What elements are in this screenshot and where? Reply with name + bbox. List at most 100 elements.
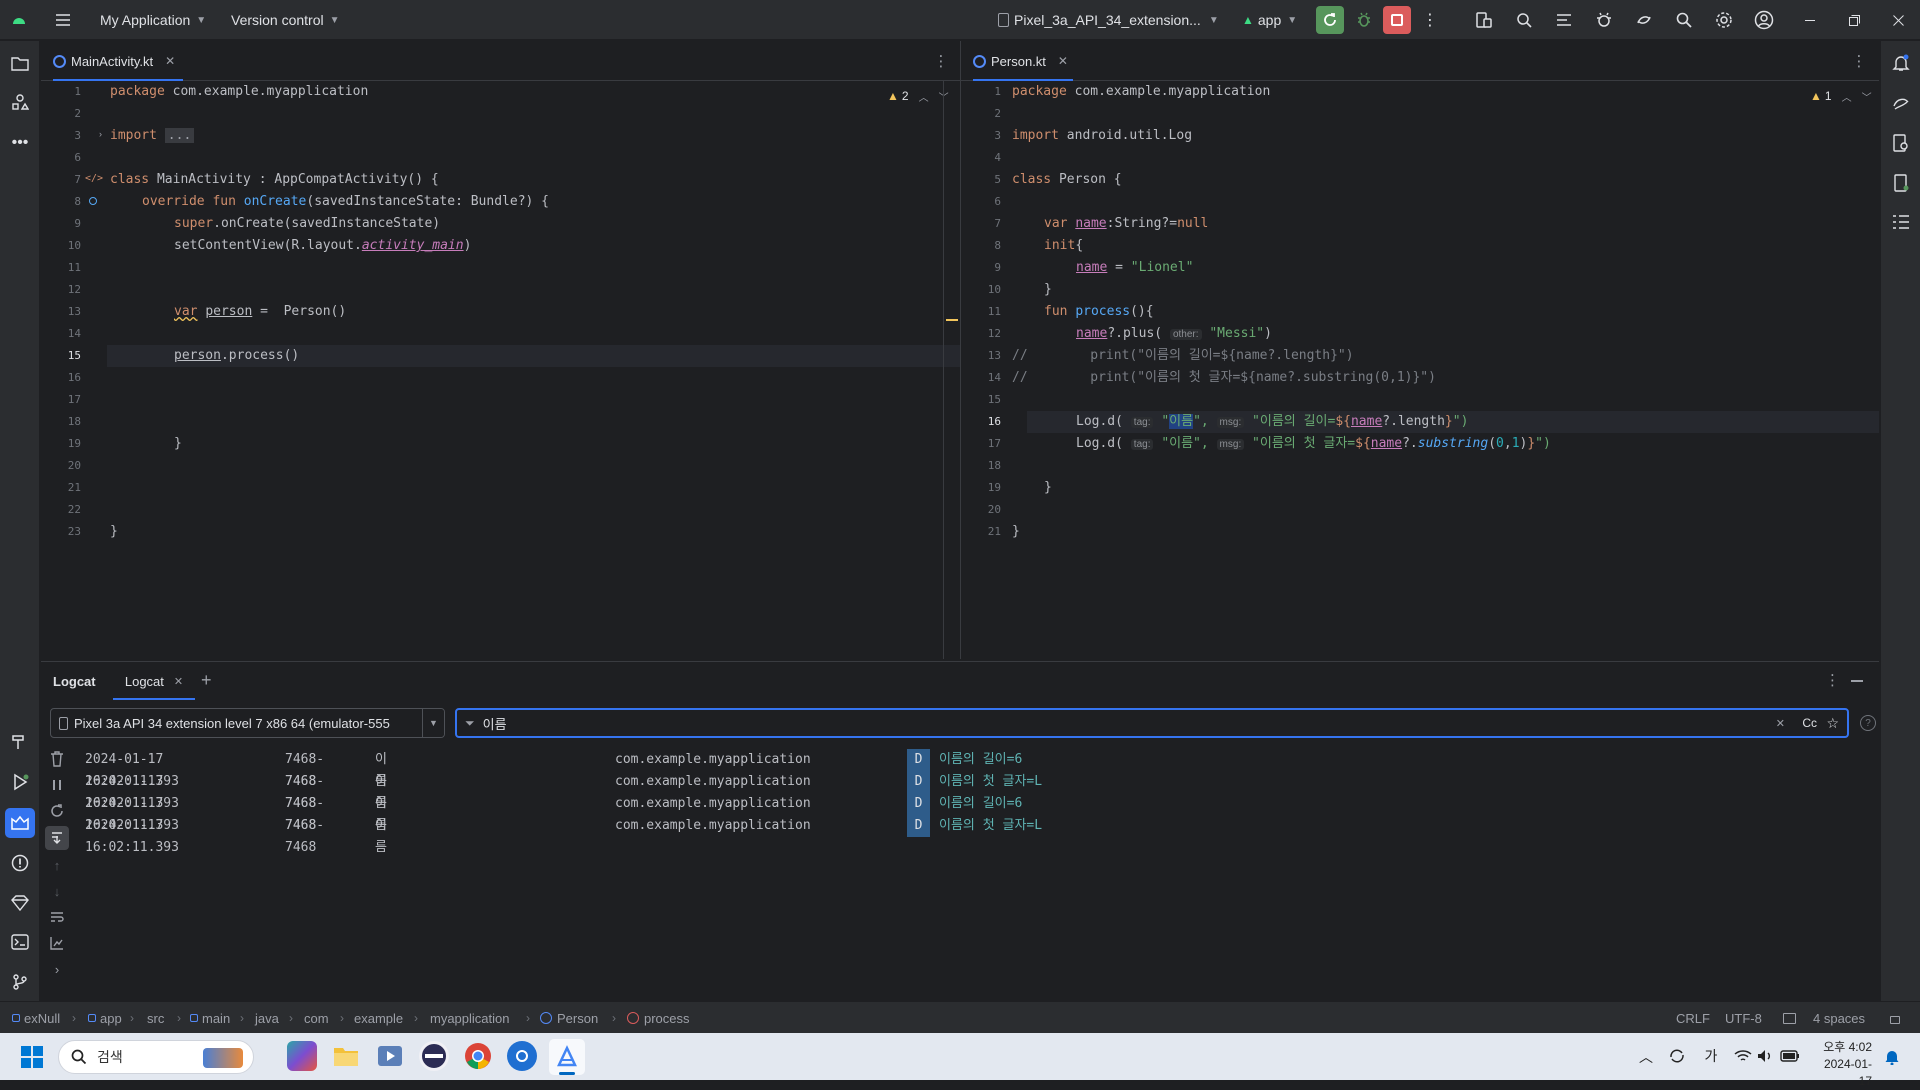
tab-options-icon[interactable]: ⋮: [931, 51, 951, 71]
code-line[interactable]: package com.example.myapplication: [110, 81, 368, 103]
notification-bell-icon[interactable]: [1882, 1047, 1902, 1067]
device-file-explorer-icon[interactable]: [1889, 131, 1913, 155]
code-line[interactable]: person.process(): [174, 345, 299, 367]
copilot-icon[interactable]: [287, 1041, 317, 1071]
run-icon[interactable]: [8, 770, 32, 794]
inspection-widget[interactable]: ▲ 1 ︿ ﹀: [1810, 85, 1872, 107]
read-only-icon[interactable]: [1783, 1002, 1796, 1034]
sync-gradle-icon[interactable]: [1632, 8, 1656, 32]
taskbar-clock[interactable]: 오후 4:02 2024-01-17: [1812, 1039, 1872, 1088]
fold-arrow-icon[interactable]: ›: [99, 129, 102, 139]
run-config-selector[interactable]: ▲ app ▼: [1242, 0, 1297, 40]
close-tab-icon[interactable]: ✕: [165, 54, 175, 68]
breadcrumb-item[interactable]: process: [627, 1002, 690, 1034]
rerun-button[interactable]: [1316, 6, 1344, 34]
logcat-filter-input[interactable]: ⏷ 이름 ✕ Cc ☆: [455, 708, 1849, 738]
override-method-icon[interactable]: [89, 197, 97, 205]
code-line[interactable]: init{: [1044, 235, 1083, 257]
chevron-up-icon[interactable]: ︿: [1842, 89, 1852, 104]
stop-button[interactable]: [1383, 6, 1411, 34]
match-case-toggle[interactable]: Cc: [1802, 716, 1817, 730]
build-hammer-icon[interactable]: [8, 730, 32, 754]
resource-manager-icon[interactable]: [8, 90, 32, 114]
file-explorer-icon[interactable]: [331, 1041, 361, 1071]
add-tab-icon[interactable]: +: [201, 670, 212, 691]
sync-icon[interactable]: [1666, 1045, 1688, 1067]
app-quality-icon[interactable]: [8, 891, 32, 915]
sdk-manager-icon[interactable]: [1592, 8, 1616, 32]
code-line-comment[interactable]: // print("이름의 길이=${name?.length}"): [1012, 345, 1354, 367]
running-devices-icon[interactable]: [1889, 171, 1913, 195]
structure-icon[interactable]: [1889, 210, 1913, 234]
minimize-button[interactable]: [1798, 10, 1822, 30]
breadcrumb-item[interactable]: src: [147, 1002, 164, 1034]
terminal-icon[interactable]: [8, 930, 32, 954]
hide-panel-icon[interactable]: [1851, 680, 1863, 682]
wifi-icon[interactable]: [1732, 1045, 1754, 1067]
tab-options-icon[interactable]: ⋮: [1849, 51, 1869, 71]
code-line[interactable]: fun process(){: [1044, 301, 1154, 323]
code-line[interactable]: Log.d( tag: "이름", msg: "이름의 길이=${name?.l…: [1076, 411, 1468, 434]
warning-stripe-marker[interactable]: [946, 319, 958, 321]
trash-icon[interactable]: [48, 750, 66, 768]
project-selector[interactable]: My Application ▼: [100, 0, 206, 40]
project-folder-icon[interactable]: [8, 51, 32, 75]
more-actions-icon[interactable]: ⋮: [1420, 10, 1440, 30]
screenshot-icon[interactable]: [48, 934, 66, 952]
device-manager-icon[interactable]: [1472, 8, 1496, 32]
windows-start-icon[interactable]: [20, 1045, 44, 1069]
notifications-icon[interactable]: [1889, 51, 1913, 75]
breadcrumb-item[interactable]: main: [190, 1002, 230, 1034]
close-tab-icon[interactable]: ✕: [174, 675, 183, 688]
gemini-icon[interactable]: [1889, 91, 1913, 115]
battery-icon[interactable]: [1778, 1045, 1802, 1067]
close-button[interactable]: [1886, 10, 1910, 30]
restore-button[interactable]: [1842, 10, 1866, 30]
code-line[interactable]: override fun onCreate(savedInstanceState…: [142, 191, 549, 213]
search-icon[interactable]: [1672, 8, 1696, 32]
breadcrumb-item[interactable]: app: [88, 1002, 122, 1034]
chevron-down-icon[interactable]: ﹀: [1862, 89, 1872, 104]
code-line[interactable]: Log.d( tag: "이름", msg: "이름의 첫 글자=${name?…: [1076, 433, 1551, 456]
layout-file-icon[interactable]: </>: [85, 173, 103, 184]
problems-icon[interactable]: [8, 851, 32, 875]
breadcrumb-item[interactable]: java: [255, 1002, 279, 1034]
device-selector[interactable]: Pixel_3a_API_34_extension... ▼: [998, 0, 1219, 40]
code-line-comment[interactable]: // print("이름의 첫 글자=${name?.substring(0,1…: [1012, 367, 1436, 389]
code-line[interactable]: import ...: [110, 125, 195, 147]
clear-filter-icon[interactable]: ✕: [1776, 717, 1785, 730]
git-icon[interactable]: [8, 970, 32, 994]
android-studio-taskbar-icon[interactable]: [549, 1039, 585, 1075]
code-line[interactable]: import android.util.Log: [1012, 125, 1192, 147]
indent-widget[interactable]: 4 spaces: [1813, 1002, 1865, 1034]
code-line[interactable]: }: [174, 433, 182, 455]
help-icon[interactable]: ?: [1860, 715, 1876, 731]
line-separator-widget[interactable]: CRLF: [1676, 1002, 1710, 1034]
options-icon[interactable]: ⋮: [1825, 671, 1840, 689]
breadcrumb-item[interactable]: example: [354, 1002, 403, 1034]
code-line[interactable]: }: [1044, 477, 1052, 499]
soft-wrap-icon[interactable]: [48, 908, 66, 926]
profiler-icon[interactable]: [1552, 8, 1576, 32]
restart-icon[interactable]: [48, 802, 66, 820]
code-line[interactable]: package com.example.myapplication: [1012, 81, 1270, 103]
logcat-icon[interactable]: [5, 808, 35, 838]
breadcrumb-item[interactable]: exNull: [12, 1002, 60, 1034]
ime-indicator[interactable]: 가: [1700, 1045, 1722, 1067]
star-icon[interactable]: ☆: [1826, 715, 1839, 732]
volume-icon[interactable]: [1754, 1045, 1776, 1067]
chevron-up-icon[interactable]: ︿: [1636, 1047, 1656, 1067]
layout-inspector-icon[interactable]: [1512, 8, 1536, 32]
encoding-widget[interactable]: UTF-8: [1725, 1002, 1762, 1034]
code-line[interactable]: var person = Person(): [174, 301, 346, 323]
code-line[interactable]: class MainActivity : AppCompatActivity()…: [110, 169, 439, 191]
vcs-selector[interactable]: Version control ▼: [231, 0, 340, 40]
code-line[interactable]: name?.plus( other: "Messi"): [1076, 323, 1272, 346]
code-line[interactable]: }: [1012, 521, 1020, 543]
debug-button[interactable]: [1350, 6, 1378, 34]
pause-icon[interactable]: [48, 776, 66, 794]
account-icon[interactable]: [1752, 8, 1776, 32]
code-line[interactable]: setContentView(R.layout.activity_main): [174, 235, 471, 257]
media-app-icon[interactable]: [375, 1041, 405, 1071]
remote-app-icon[interactable]: [507, 1041, 537, 1071]
